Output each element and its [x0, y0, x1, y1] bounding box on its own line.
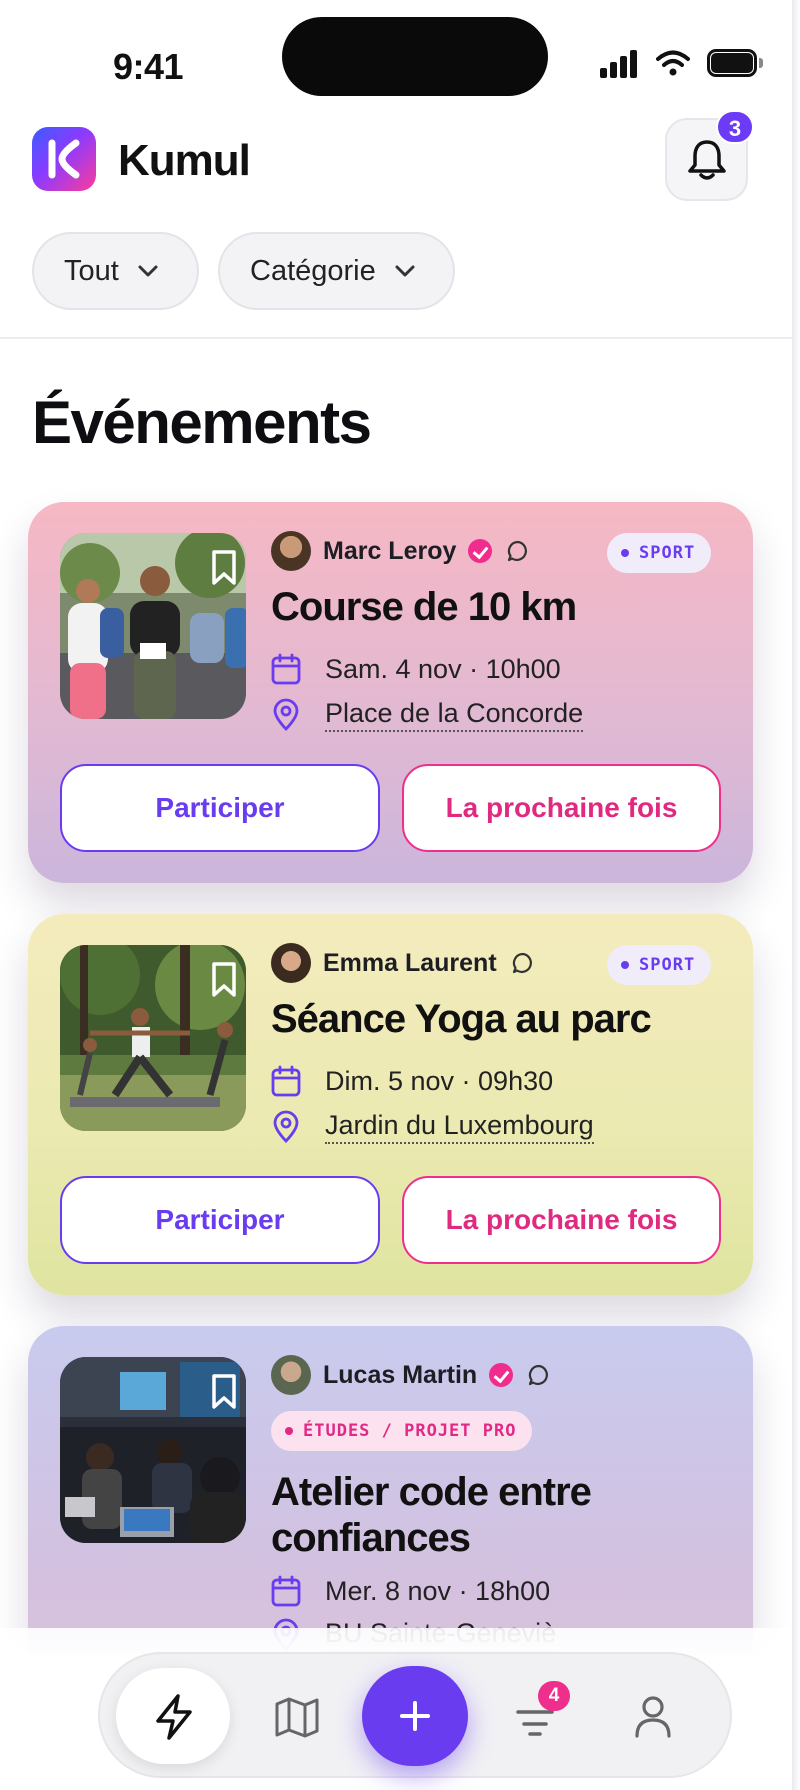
category-label: SPORT [639, 955, 696, 975]
header-divider [0, 337, 792, 339]
signal-icon [600, 50, 640, 78]
comment-icon[interactable] [511, 951, 535, 975]
category-tag: SPORT [607, 533, 712, 573]
filter-category-dropdown[interactable]: Catégorie [218, 232, 455, 310]
event-location[interactable]: Place de la Concorde [271, 697, 584, 733]
avatar [271, 1355, 311, 1395]
organizer[interactable]: Marc Leroy [271, 531, 530, 571]
app-screen: 9:41 Kumul 3 Tout Catégorie Événements M… [0, 0, 792, 1790]
event-image-workshop[interactable] [60, 1357, 246, 1543]
event-image-running[interactable] [60, 533, 246, 719]
page-title: Événements [32, 389, 372, 456]
next-time-button[interactable]: La prochaine fois [402, 764, 721, 852]
calendar-icon [271, 1575, 301, 1607]
calendar-icon [271, 1065, 301, 1097]
event-image-yoga[interactable] [60, 945, 246, 1131]
avatar [271, 943, 311, 983]
event-location[interactable]: Jardin du Luxembourg [271, 1109, 594, 1145]
battery-icon [707, 49, 763, 77]
event-date-text: Dim. 5 nov · 09h30 [325, 1065, 554, 1096]
bookmark-icon[interactable] [210, 549, 238, 587]
category-tag: ÉTUDES / PROJET PRO [271, 1411, 533, 1451]
bookmark-icon[interactable] [210, 961, 238, 999]
chevron-down-icon [395, 265, 415, 277]
category-label: SPORT [639, 543, 696, 563]
organizer[interactable]: Lucas Martin [271, 1355, 551, 1395]
avatar [271, 531, 311, 571]
filter-label: Tout [64, 254, 119, 287]
bookmark-icon[interactable] [210, 1373, 238, 1411]
verified-badge-icon [489, 1363, 514, 1387]
verified-badge-icon [468, 539, 493, 563]
event-date: Dim. 5 nov · 09h30 [271, 1063, 553, 1099]
add-event-button[interactable] [362, 1666, 468, 1766]
wifi-icon [656, 50, 690, 76]
category-label: ÉTUDES / PROJET PRO [303, 1421, 517, 1441]
dynamic-island [282, 17, 548, 96]
map-icon[interactable] [274, 1696, 320, 1738]
event-card[interactable]: Emma Laurent SPORT Séance Yoga au parc D… [28, 914, 753, 1295]
event-date-text: Mer. 8 nov · 18h00 [325, 1575, 551, 1606]
comment-icon[interactable] [527, 1363, 551, 1387]
notifications-badge: 3 [716, 110, 754, 144]
event-card[interactable]: Marc Leroy SPORT Course de 10 km Sam. 4 … [28, 502, 753, 883]
bell-icon [688, 140, 726, 180]
calendar-icon [271, 653, 301, 685]
location-pin-icon [273, 1110, 299, 1143]
event-location-text: Jardin du Luxembourg [325, 1110, 594, 1144]
status-time: 9:41 [113, 46, 184, 87]
app-logo [32, 127, 96, 191]
bolt-icon [156, 1694, 192, 1740]
next-time-button[interactable]: La prochaine fois [402, 1176, 721, 1264]
organizer-name: Emma Laurent [323, 948, 497, 977]
filter-all-dropdown[interactable]: Tout [32, 232, 199, 310]
category-tag: SPORT [607, 945, 712, 985]
comment-icon[interactable] [506, 539, 530, 563]
event-date: Sam. 4 nov · 10h00 [271, 651, 561, 687]
event-title: Atelier code entre confiances [271, 1470, 592, 1560]
event-title: Séance Yoga au parc [271, 997, 652, 1041]
profile-icon[interactable] [633, 1694, 673, 1740]
status-bar: 9:41 [0, 0, 792, 110]
event-date-text: Sam. 4 nov · 10h00 [325, 653, 561, 684]
location-pin-icon [273, 698, 299, 731]
app-name: Kumul [118, 136, 251, 185]
filter-label: Catégorie [250, 254, 376, 287]
event-title: Course de 10 km [271, 585, 577, 629]
chevron-down-icon [138, 265, 158, 277]
event-date: Mer. 8 nov · 18h00 [271, 1573, 550, 1609]
participate-button[interactable]: Participer [60, 764, 380, 852]
organizer-name: Marc Leroy [323, 536, 457, 565]
organizer[interactable]: Emma Laurent [271, 943, 535, 983]
filter-badge: 4 [538, 1681, 570, 1711]
participate-button[interactable]: Participer [60, 1176, 380, 1264]
device-edge [792, 0, 800, 1790]
organizer-name: Lucas Martin [323, 1360, 478, 1389]
event-location-text: Place de la Concorde [325, 698, 584, 732]
